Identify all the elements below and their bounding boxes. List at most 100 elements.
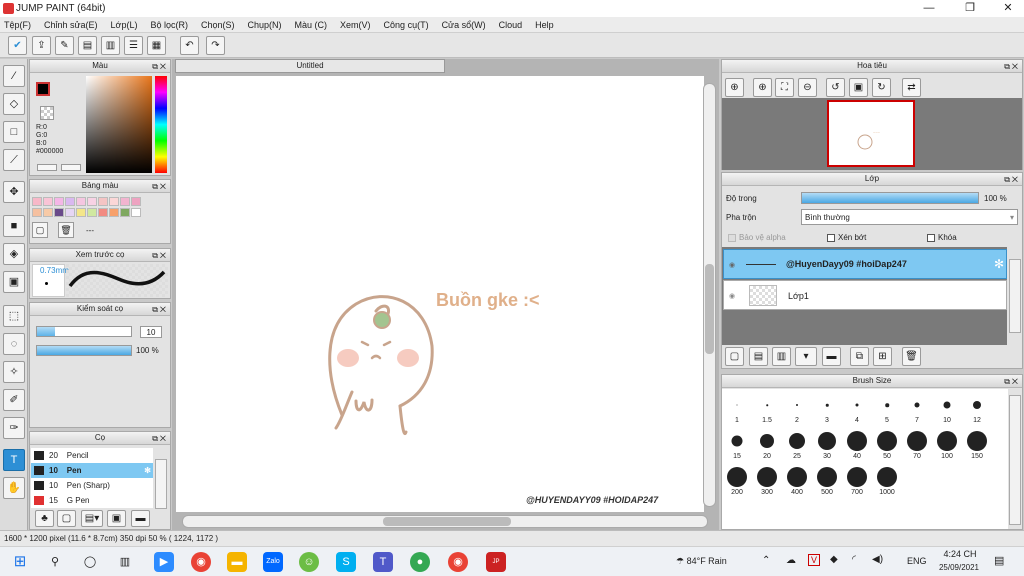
menu-select[interactable]: Chọn(S) (201, 20, 235, 30)
horizontal-scroll-thumb[interactable] (383, 517, 511, 526)
brush-settings-icon[interactable]: ▣ (107, 510, 126, 527)
share-icon[interactable]: ⇪ (32, 36, 51, 55)
rectangle-tool-icon[interactable]: □ (3, 121, 25, 143)
panel-close-icon[interactable]: ⧉✕ (152, 304, 168, 316)
new-brush-icon[interactable]: ▢ (57, 510, 76, 527)
brush-size-cell[interactable]: 1 (722, 389, 752, 425)
line-tool-icon[interactable]: ⟋ (3, 149, 25, 171)
folder-icon[interactable]: ▬ (131, 510, 150, 527)
lock-checkbox[interactable]: Khóa (927, 233, 957, 242)
network-icon[interactable]: ☁ (786, 555, 796, 566)
brush-size-cell[interactable]: 300 (752, 461, 782, 497)
brush-size-cell[interactable]: 2 (782, 389, 812, 425)
navigator-preview[interactable]: ~~~ (827, 100, 915, 167)
menu-color[interactable]: Màu (C) (295, 20, 328, 30)
app-tray-icon[interactable]: ◆ (830, 554, 838, 565)
zoom-app-icon[interactable]: ▶ (154, 552, 174, 572)
brush-size-cell[interactable]: 25 (782, 425, 812, 461)
saturation-brightness-picker[interactable] (86, 76, 152, 173)
trash-icon[interactable]: 🗑 (902, 347, 921, 366)
brush-size-cell[interactable]: 15 (722, 425, 752, 461)
minimize-button[interactable]: — (914, 0, 944, 17)
menu-help[interactable]: Help (535, 20, 554, 30)
eraser-tool-icon[interactable]: ◇ (3, 93, 25, 115)
flip-icon[interactable]: ⇄ (902, 78, 921, 97)
palette-swatches[interactable] (32, 197, 148, 219)
palette-swatch[interactable] (32, 208, 42, 217)
maximize-button[interactable]: ❐ (955, 0, 985, 17)
weather-widget[interactable]: ☂ 84°F Rain (676, 556, 727, 567)
zoom-in-icon[interactable]: ⊕ (725, 78, 744, 97)
layer-row[interactable]: ◉ Lớp1 (723, 280, 1007, 310)
panel-close-icon[interactable]: ⧉✕ (1004, 376, 1020, 388)
transparent-swatch[interactable] (40, 106, 54, 120)
hue-slider[interactable] (155, 76, 167, 173)
panel-close-icon[interactable]: ⧉✕ (152, 61, 168, 73)
brush-size-cell[interactable]: 150 (962, 425, 992, 461)
palette-swatch[interactable] (65, 208, 75, 217)
brush-size-cell[interactable]: 3 (812, 389, 842, 425)
zalo-icon[interactable]: Zalo (263, 552, 283, 572)
menu-filter[interactable]: Bộ lọc(R) (150, 20, 188, 30)
add-brush-icon[interactable]: ♣ (35, 510, 54, 527)
brush-size-cell[interactable]: 1000 (872, 461, 902, 497)
brush-size-cell[interactable]: 20 (752, 425, 782, 461)
brush-tool-icon[interactable]: ⁄ (3, 65, 25, 87)
select-rect-tool-icon[interactable]: ⬚ (3, 305, 25, 327)
brush-item-pen[interactable]: 10 Pen ✻ (31, 463, 153, 478)
palette-swatch[interactable] (109, 208, 119, 217)
windows-start-icon[interactable]: ⊞ (10, 552, 30, 572)
brush-size-cell[interactable]: 4 (842, 389, 872, 425)
magic-wand-tool-icon[interactable]: ✧ (3, 361, 25, 383)
horizontal-scrollbar[interactable] (182, 515, 708, 528)
vertical-scrollbar[interactable] (703, 83, 716, 507)
brush-size-cell[interactable]: 10 (932, 389, 962, 425)
visibility-icon[interactable]: ◉ (729, 261, 735, 269)
palette-swatch[interactable] (54, 197, 64, 206)
language-indicator[interactable]: ENG (907, 556, 927, 566)
widgets-icon[interactable]: ▥ (115, 552, 135, 572)
palette-swatch[interactable] (87, 208, 97, 217)
app-icon-green[interactable]: ● (410, 552, 430, 572)
close-button[interactable]: ✕ (993, 0, 1023, 17)
brush-size-cell[interactable]: 500 (812, 461, 842, 497)
brush-size-cell[interactable]: 700 (842, 461, 872, 497)
duplicate-layer-icon[interactable]: ⧉ (850, 347, 869, 366)
clip-checkbox[interactable]: Xén bớt (827, 233, 866, 242)
layer-opacity-slider[interactable] (801, 192, 979, 204)
trash-icon[interactable]: 🗑 (58, 222, 74, 238)
brush-size-slider[interactable] (36, 326, 132, 337)
palette-swatch[interactable] (43, 197, 53, 206)
panel-close-icon[interactable]: ⧉✕ (152, 433, 168, 445)
color-mode-button[interactable] (37, 164, 57, 171)
undo-icon[interactable]: ↶ (180, 36, 199, 55)
palette-swatch[interactable] (98, 208, 108, 217)
menu-capture[interactable]: Chụp(N) (248, 20, 282, 30)
list-icon[interactable]: ☰ (124, 36, 143, 55)
brush-size-cell[interactable]: 200 (722, 461, 752, 497)
brush-size-cell[interactable]: 100 (932, 425, 962, 461)
comment-icon[interactable]: ✎ (55, 36, 74, 55)
grid-icon[interactable]: ▦ (147, 36, 166, 55)
brush-list-scrollbar[interactable] (155, 459, 167, 509)
speaker-icon[interactable]: ◀) (872, 554, 883, 565)
search-icon[interactable]: ⚲ (45, 552, 65, 572)
rotate-right-icon[interactable]: ↻ (872, 78, 891, 97)
file-explorer-icon[interactable]: ▬ (227, 552, 247, 572)
panel-close-icon[interactable]: ⧉✕ (152, 250, 168, 262)
bucket-tool-icon[interactable]: ◈ (3, 243, 25, 265)
wifi-icon[interactable]: ◜ (852, 554, 856, 565)
menu-cloud[interactable]: Cloud (499, 20, 523, 30)
hand-tool-icon[interactable]: ✋ (3, 477, 25, 499)
settings-gear-icon[interactable]: ✻ (144, 463, 151, 478)
jump-paint-icon[interactable]: JP (486, 552, 506, 572)
fill-rect-tool-icon[interactable]: ■ (3, 215, 25, 237)
new-layer-2-icon[interactable]: ▤ (749, 347, 768, 366)
brush-menu-icon[interactable]: ▤▾ (81, 510, 103, 527)
clock-date[interactable]: 25/09/2021 (935, 563, 983, 572)
document-icon[interactable]: ▥ (101, 36, 120, 55)
layer-scrollbar[interactable] (1009, 259, 1021, 333)
brush-item-pen-sharp[interactable]: 10 Pen (Sharp) (31, 478, 153, 493)
new-layer-3-icon[interactable]: ▥ (772, 347, 791, 366)
brush-size-cell[interactable]: 1.5 (752, 389, 782, 425)
